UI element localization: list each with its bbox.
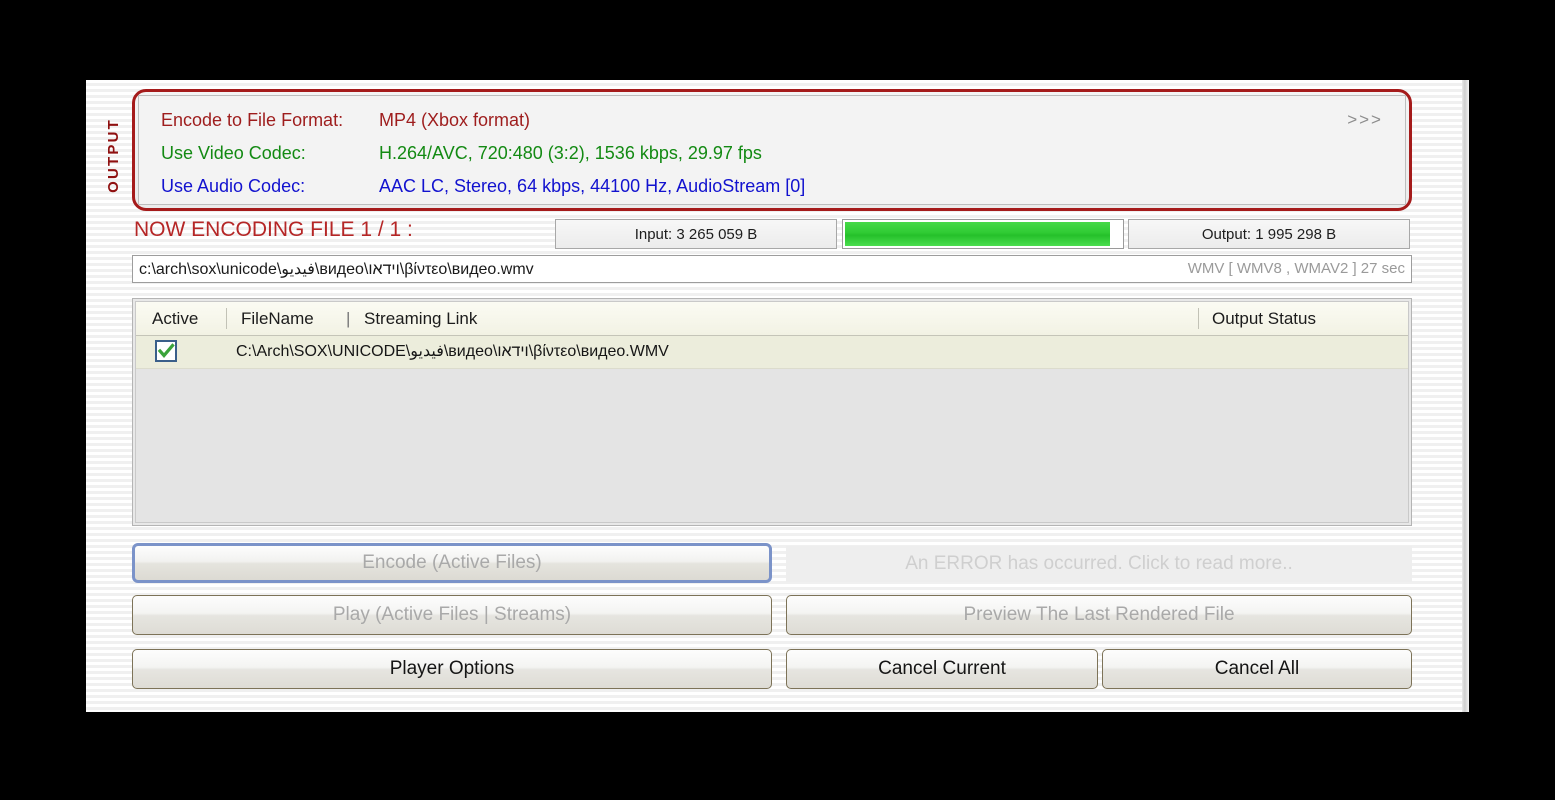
file-format-label: Encode to File Format: [161,110,344,130]
cancel-current-label: Cancel Current [878,658,1006,679]
output-row-audio-codec: Use Audio Codec: AAC LC, Stereo, 64 kbps,… [161,176,805,197]
file-format-value: MP4 (Xbox format) [379,110,531,130]
header-divider [226,308,227,329]
encode-progress-fill [845,222,1110,246]
audio-codec-label: Use Audio Codec: [161,176,306,196]
output-size-display: Output: 1 995 298 B [1128,219,1410,249]
window-right-edge [1462,80,1469,712]
cancel-all-label: Cancel All [1214,658,1300,679]
output-tab-text: OUTPUT [104,117,122,193]
preview-button-label: Preview The Last Rendered File [963,604,1235,625]
input-size-text: Input: 3 265 059 B [634,225,758,243]
column-header-output-status[interactable]: Output Status [1212,309,1316,329]
row-filename: C:\Arch\SOX\UNICODE\فيديو\видео\וידאו\βί… [236,343,669,360]
error-message-label: An ERROR has occurred. Click to read mor… [905,553,1293,574]
current-file-bar: c:\arch\sox\unicode\فيديو\видео\וידאו\βί… [132,255,1412,283]
output-row-file-format: Encode to File Format: MP4 (Xbox format) [161,110,530,131]
current-file-path: c:\arch\sox\unicode\فيديو\видео\וידאו\βί… [139,261,534,278]
error-message-button[interactable]: An ERROR has occurred. Click to read mor… [786,546,1412,582]
cancel-current-button[interactable]: Cancel Current [786,649,1098,689]
encode-button-label: Encode (Active Files) [362,552,542,573]
header-divider [1198,308,1199,329]
input-size-display: Input: 3 265 059 B [555,219,837,249]
output-summary-panel: Encode to File Format: MP4 (Xbox format) … [132,89,1412,211]
table-row[interactable]: C:\Arch\SOX\UNICODE\فيديو\видео\וידאו\βί… [136,336,1408,369]
play-button[interactable]: Play (Active Files | Streams) [132,595,772,635]
now-encoding-label: NOW ENCODING FILE 1 / 1 : [134,218,413,241]
cancel-all-button[interactable]: Cancel All [1102,649,1412,689]
row-active-checkbox[interactable] [155,340,177,362]
video-codec-value: H.264/AVC, 720:480 (3:2), 1536 kbps, 29.… [379,143,762,163]
audio-codec-value: AAC LC, Stereo, 64 kbps, 44100 Hz, Audio… [379,176,806,196]
output-size-text: Output: 1 995 298 B [1201,225,1337,243]
player-options-button-label: Player Options [389,658,515,679]
more-chevrons-icon[interactable]: >>> [1347,110,1383,130]
video-codec-label: Use Video Codec: [161,143,306,163]
output-row-video-codec: Use Video Codec: H.264/AVC, 720:480 (3:2)… [161,143,762,164]
checkmark-icon [157,343,175,358]
encoder-window: OUTPUT Encode to File Format: MP4 (Xbox f… [86,80,1469,712]
column-header-streaming-link[interactable]: Streaming Link [364,309,477,329]
preview-last-rendered-button[interactable]: Preview The Last Rendered File [786,595,1412,635]
player-options-button[interactable]: Player Options [132,649,772,689]
encoding-status-row: NOW ENCODING FILE 1 / 1 : Input: 3 265 0… [132,218,1412,250]
column-header-filename[interactable]: FileName [241,309,314,329]
current-file-info: WMV [ WMV8 , WMAV2 ] 27 sec [1187,260,1405,277]
encode-button[interactable]: Encode (Active Files) [132,543,772,583]
encode-progress-bar [842,219,1124,249]
play-button-label: Play (Active Files | Streams) [332,604,572,625]
file-list-inner: Active FileName | Streaming Link Output … [135,301,1409,523]
column-header-separator: | [346,309,351,328]
output-summary-inner: Encode to File Format: MP4 (Xbox format) … [138,95,1406,205]
column-header-active[interactable]: Active [152,309,198,329]
file-list-header: Active FileName | Streaming Link Output … [136,302,1408,336]
output-tab-label[interactable]: OUTPUT [100,94,126,216]
file-list[interactable]: Active FileName | Streaming Link Output … [132,298,1412,526]
